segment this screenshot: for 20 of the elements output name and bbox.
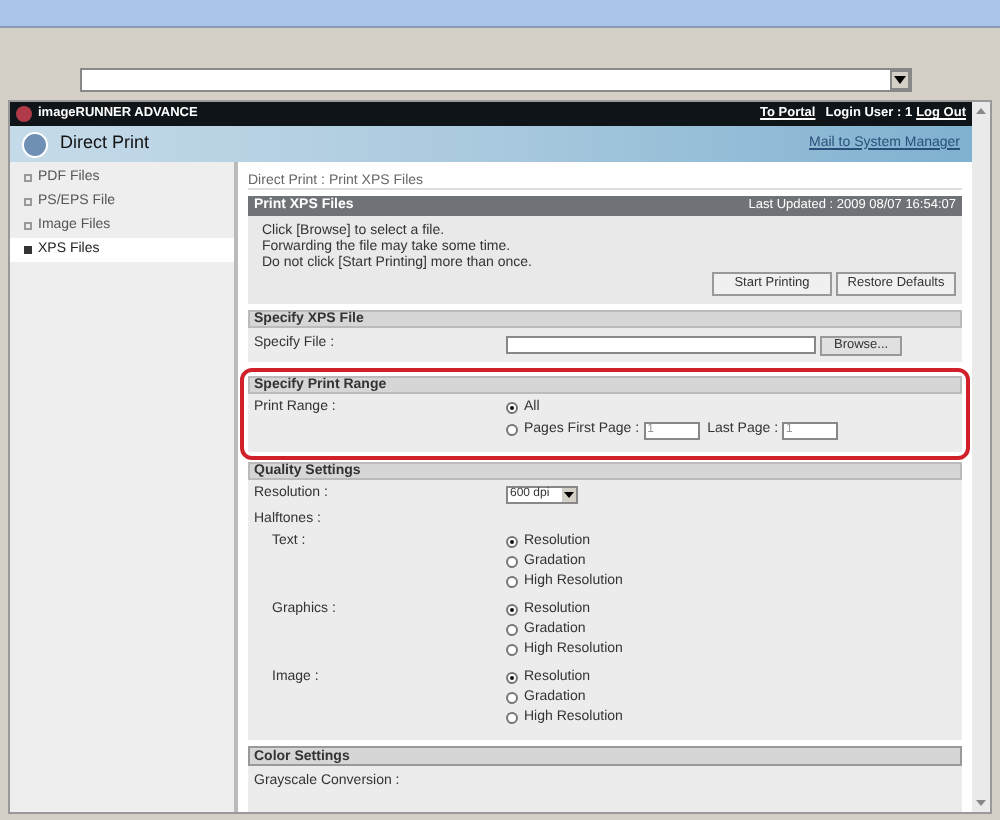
radio-button[interactable] <box>506 604 518 616</box>
scrollbar[interactable] <box>972 102 990 812</box>
radio-button[interactable] <box>506 624 518 636</box>
radio-button[interactable] <box>506 536 518 548</box>
radio-button[interactable] <box>506 672 518 684</box>
logo-icon <box>16 106 32 122</box>
page-title: Direct Print <box>60 130 150 157</box>
radio-button[interactable] <box>506 692 518 704</box>
scroll-down-icon[interactable] <box>976 800 986 806</box>
scroll-up-icon[interactable] <box>976 108 986 114</box>
radio-button[interactable] <box>506 712 518 724</box>
radio-button[interactable] <box>506 556 518 568</box>
dropdown-arrow-icon[interactable] <box>562 488 576 502</box>
radio-button[interactable] <box>506 402 518 414</box>
radio-button[interactable] <box>506 424 518 436</box>
file-field[interactable] <box>506 336 816 354</box>
radio-button[interactable] <box>506 576 518 588</box>
radio-button[interactable] <box>506 644 518 656</box>
address-field[interactable] <box>80 68 912 92</box>
dropdown-arrow-icon[interactable] <box>890 70 910 90</box>
